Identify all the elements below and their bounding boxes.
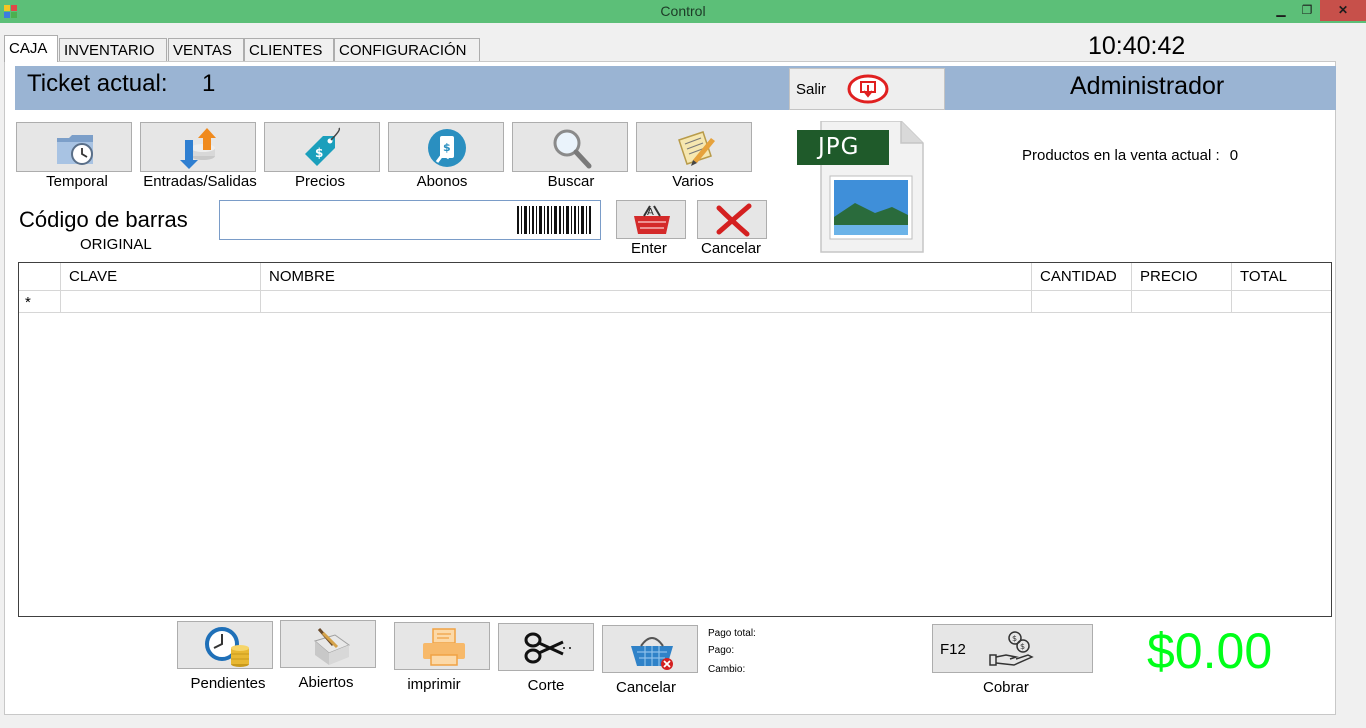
tab-ventas[interactable]: VENTAS	[168, 38, 244, 61]
window-title: Control	[660, 3, 706, 19]
abiertos-button[interactable]	[280, 620, 376, 668]
in-out-arrows-icon	[180, 128, 216, 169]
tab-inventario[interactable]: INVENTARIO	[59, 38, 167, 61]
cobrar-shortcut: F12	[940, 641, 966, 658]
clipboard-pencil-icon	[678, 131, 715, 166]
cancel-item-label: Cancelar	[701, 240, 762, 257]
abonos-button[interactable]: $	[388, 122, 504, 172]
new-row-precio-cell[interactable]	[1132, 291, 1232, 313]
cambio-label: Cambio:	[708, 664, 746, 675]
payment-hand-icon: $	[428, 129, 466, 167]
app-window: Control ▁ ❐ ✕ CAJA INVENTARIO VENTAS CLI…	[0, 0, 1366, 728]
jpg-image-icon	[797, 121, 924, 253]
varios-button[interactable]	[636, 122, 752, 172]
column-header-clave[interactable]: CLAVE	[61, 263, 261, 291]
pendientes-button[interactable]	[177, 621, 273, 669]
products-in-sale-label: Productos en la venta actual :	[1022, 147, 1220, 164]
tab-caja[interactable]: CAJA	[4, 35, 58, 62]
close-button[interactable]: ✕	[1320, 0, 1366, 21]
column-header-nombre[interactable]: NOMBRE	[261, 263, 1032, 291]
cancel-item-button[interactable]	[697, 200, 767, 239]
minimize-button[interactable]: ▁	[1268, 0, 1294, 21]
svg-text:A: A	[647, 207, 654, 218]
column-header-total[interactable]: TOTAL	[1232, 263, 1331, 291]
red-x-icon	[716, 203, 752, 237]
precios-button[interactable]: $	[264, 122, 380, 172]
magnifier-icon	[553, 129, 592, 169]
printer-icon	[423, 628, 465, 666]
pago-total-label: Pago total:	[708, 628, 756, 639]
hand-coins-icon: $ $	[989, 631, 1034, 666]
buscar-button[interactable]	[512, 122, 628, 172]
precios-label: Precios	[294, 173, 346, 190]
new-row-clave-cell[interactable]	[61, 291, 261, 313]
cancelar-sale-label: Cancelar	[615, 679, 677, 696]
temporal-button[interactable]	[16, 122, 132, 172]
jpg-badge: JPG	[818, 134, 860, 160]
enter-button[interactable]: A	[616, 200, 686, 239]
enter-label: Enter	[631, 240, 667, 257]
varios-label: Varios	[672, 173, 714, 190]
clock: 10:40:42	[1088, 32, 1186, 60]
abonos-label: Abonos	[416, 173, 468, 190]
basket-enter-icon: A	[634, 205, 670, 234]
corte-button[interactable]	[498, 623, 594, 671]
imprimir-label: imprimir	[407, 676, 461, 693]
barcode-mode: ORIGINAL	[80, 236, 152, 253]
cobrar-label: Cobrar	[983, 679, 1029, 696]
svg-text:$: $	[1020, 642, 1025, 651]
open-box-icon	[313, 628, 351, 665]
scissors-icon	[524, 632, 571, 664]
new-row-total-cell[interactable]	[1232, 291, 1331, 313]
new-row-marker: *	[25, 294, 31, 311]
tab-configuracion[interactable]: CONFIGURACIÓN	[334, 38, 480, 61]
barcode-icon	[517, 206, 591, 234]
svg-text:$: $	[315, 146, 323, 160]
new-row-nombre-cell[interactable]	[261, 291, 1032, 313]
column-header-precio[interactable]: PRECIO	[1132, 263, 1232, 291]
buscar-label: Buscar	[547, 173, 595, 190]
exit-icon	[847, 74, 889, 104]
user-name: Administrador	[1070, 72, 1225, 100]
entradas-salidas-button[interactable]	[140, 122, 256, 172]
price-tag-icon: $	[305, 127, 341, 166]
row-header-column	[19, 263, 61, 291]
basket-cancel-icon	[631, 637, 673, 670]
ticket-label: Ticket actual:	[27, 70, 168, 97]
ticket-number: 1	[202, 70, 216, 97]
products-in-sale: Productos en la venta actual : 0	[1022, 147, 1238, 164]
exit-button[interactable]: Salir	[789, 68, 945, 110]
entradas-salidas-label: Entradas/Salidas	[143, 173, 257, 190]
title-bar[interactable]: Control ▁ ❐ ✕	[0, 0, 1366, 23]
cobrar-button[interactable]: F12 $ $	[932, 624, 1093, 673]
products-in-sale-count: 0	[1229, 147, 1239, 164]
cancelar-sale-button[interactable]	[602, 625, 698, 673]
barcode-label: Código de barras	[19, 207, 188, 232]
clock-folder-icon	[57, 135, 93, 165]
temporal-label: Temporal	[46, 173, 108, 190]
maximize-button[interactable]: ❐	[1294, 0, 1320, 21]
svg-text:$: $	[443, 141, 451, 154]
clock-coins-icon	[205, 627, 249, 667]
new-row-cantidad-cell[interactable]	[1032, 291, 1132, 313]
column-header-cantidad[interactable]: CANTIDAD	[1032, 263, 1132, 291]
total-amount: $0.00	[1147, 623, 1273, 679]
tab-clientes[interactable]: CLIENTES	[244, 38, 334, 61]
imprimir-button[interactable]	[394, 622, 490, 670]
svg-text:$: $	[1012, 634, 1017, 643]
exit-label: Salir	[796, 81, 827, 98]
abiertos-label: Abiertos	[298, 674, 354, 691]
sale-items-grid[interactable]: CLAVE NOMBRE CANTIDAD PRECIO TOTAL *	[18, 262, 1332, 617]
pago-label: Pago:	[708, 645, 735, 656]
